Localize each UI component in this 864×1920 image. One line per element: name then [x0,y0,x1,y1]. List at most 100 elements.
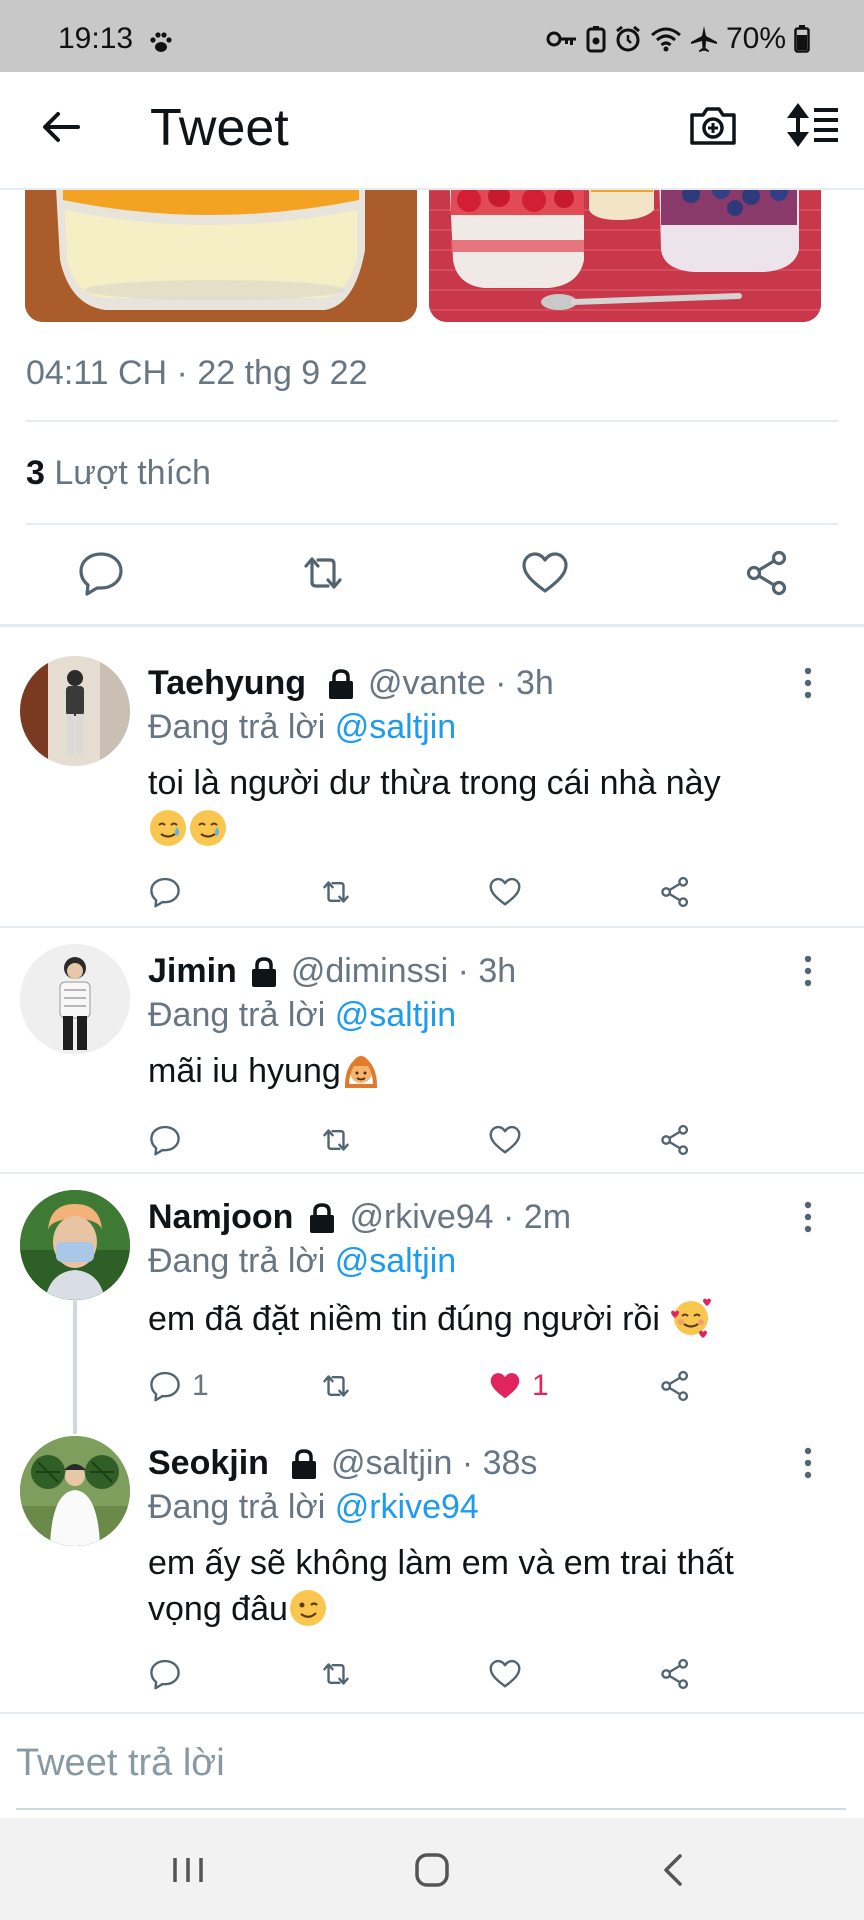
share-button[interactable] [658,1366,692,1406]
key-icon [546,31,576,47]
reply-text: em đã đặt niềm tin đúng người rồi [148,1294,828,1342]
reply-tweet[interactable]: Taehyung @vante · 3h Đang trả lời @saltj… [0,626,864,926]
smiling-face-with-hearts-icon [671,1298,712,1338]
retweet-icon [323,1129,349,1151]
more-options-icon[interactable] [798,666,818,700]
more-options-icon[interactable] [798,1200,818,1234]
share-button[interactable] [658,1654,692,1694]
reply-button[interactable] [148,1654,192,1694]
mention-link[interactable]: @saltjin [335,996,456,1034]
reply-actions [0,872,864,912]
retweet-button[interactable] [318,872,354,912]
avatar[interactable] [20,1190,130,1300]
reply-button[interactable]: 1 [148,1366,209,1406]
reply-author-name[interactable]: Seokjin [148,1444,269,1483]
replying-to: Đang trả lời @saltjin [148,1242,457,1280]
reply-text: mãi iu hyung [148,1048,828,1094]
more-options-icon[interactable] [798,954,818,988]
reply-tweet[interactable]: Jimin @diminssi · 3h Đang trả lời @saltj… [0,928,864,1172]
mention-link[interactable]: @saltjin [335,708,456,746]
share-icon[interactable] [742,548,792,598]
reply-icon [150,877,180,908]
share-button[interactable] [658,872,692,912]
person-gesturing-ok-icon [344,1056,377,1088]
like-icon[interactable] [520,548,570,598]
replying-to: Đang trả lời @saltjin [148,708,457,746]
avatar[interactable] [20,1436,130,1546]
reply-icon[interactable] [76,548,126,598]
wifi-icon [650,27,681,52]
like-button[interactable] [488,1654,532,1694]
likes-label: Lượt thích [54,454,211,492]
like-icon [489,877,521,906]
sort-icon[interactable] [784,100,840,150]
battery-saver-icon [586,26,606,53]
replying-to: Đang trả lời @saltjin [148,996,457,1034]
share-icon [661,876,689,908]
reply-actions [0,1120,864,1160]
mention-link[interactable]: @saltjin [335,1242,456,1280]
divider [26,523,838,525]
airplane-icon [690,26,717,52]
retweet-button[interactable] [318,1120,354,1160]
system-nav-bar [0,1818,864,1920]
smiling-face-with-tear-icon [150,810,186,846]
likes-count: 3 [26,454,45,492]
page-title: Tweet [150,99,289,157]
recent-apps-icon[interactable] [166,1848,210,1892]
retweet-button[interactable] [318,1366,354,1406]
reply-composer[interactable]: Tweet trả lời [0,1712,864,1810]
lock-icon [251,956,276,987]
reply-input[interactable]: Tweet trả lời [16,1742,225,1785]
reply-icon [150,1125,180,1156]
mention-link[interactable]: @rkive94 [335,1488,479,1526]
alarm-icon [616,25,640,52]
reply-author-name[interactable]: Namjoon [148,1198,293,1237]
more-options-icon[interactable] [798,1446,818,1480]
retweet-icon[interactable] [298,548,348,598]
reply-text: toi là người dư thừa trong cái nhà này [148,760,828,852]
reply-author-name[interactable]: Jimin [148,952,237,991]
reply-text: em ấy sẽ không làm em và em trai thất vọ… [148,1544,734,1628]
reply-button[interactable] [148,872,192,912]
reply-tweet[interactable]: Namjoon @rkive94 · 2m Đang trả lời @salt… [0,1174,864,1414]
lock-icon [291,1448,316,1479]
lock-icon [329,668,354,699]
replying-to: Đang trả lời @rkive94 [148,1488,479,1526]
smiling-face-with-tear-icon [190,810,226,846]
retweet-icon [323,1375,349,1397]
like-icon [489,1659,521,1688]
liked-heart-icon [490,1373,520,1399]
camera-icon[interactable] [688,100,738,150]
reply-actions: 1 1 [0,1366,864,1406]
back-icon[interactable] [652,1848,696,1892]
retweet-button[interactable] [318,1654,354,1694]
reply-button[interactable] [148,1120,192,1160]
like-button[interactable]: 1 [488,1366,549,1406]
lock-icon [310,1202,335,1233]
divider [26,420,838,422]
battery-percent: 70% [725,22,786,55]
reply-count: 1 [192,1369,209,1402]
reply-icon [150,1659,180,1690]
home-icon[interactable] [410,1848,454,1892]
reply-handle-time: @rkive94 · 2m [349,1198,572,1236]
avatar[interactable] [20,656,130,766]
avatar[interactable] [20,944,130,1054]
reply-tweet[interactable]: Seokjin @saltjin · 38s Đang trả lời @rki… [0,1414,864,1708]
top-app-bar: Tweet [0,72,864,190]
tweet-image[interactable] [25,190,417,322]
back-arrow-icon[interactable] [36,102,86,152]
tweet-actions [0,548,864,598]
share-button[interactable] [658,1120,692,1160]
tweet-image[interactable] [429,190,821,322]
like-button[interactable] [488,1120,532,1160]
reply-author-name[interactable]: Taehyung [148,664,306,703]
like-button[interactable] [488,872,532,912]
composer-underline [16,1808,846,1810]
share-icon [661,1658,689,1690]
share-icon [661,1124,689,1156]
paw-icon [150,32,172,52]
status-time: 19:13 [58,22,134,55]
likes-summary[interactable]: 3 Lượt thích [26,454,211,493]
